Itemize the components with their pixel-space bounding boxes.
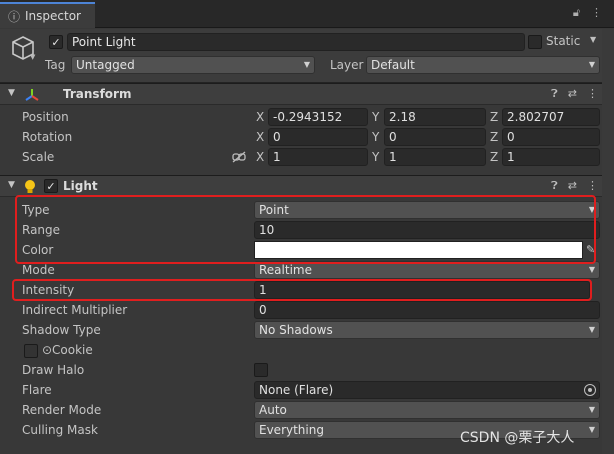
cookie-icon: ⊙ — [42, 343, 53, 357]
indirect-multiplier-field[interactable]: 0 — [254, 301, 600, 319]
layer-dropdown[interactable]: Default ▼ — [366, 56, 600, 74]
render-mode-dropdown[interactable]: Auto ▼ — [254, 401, 600, 419]
flare-field[interactable]: None (Flare) — [254, 381, 600, 399]
position-y-field[interactable]: 2.18 — [384, 108, 486, 126]
component-tools: ❓︎ ⇄ ⋮ — [551, 179, 598, 193]
render-mode-value: Auto — [259, 403, 287, 417]
chevron-down-icon: ▼ — [588, 425, 595, 434]
rotation-x-field[interactable]: 0 — [268, 128, 368, 146]
position-y-axis[interactable]: Y — [372, 110, 379, 124]
active-checkbox[interactable]: ✓ — [49, 35, 63, 49]
info-icon: ⓘ — [8, 9, 21, 24]
transform-title: Transform — [63, 87, 132, 101]
component-tools: ❓︎ ⇄ ⋮ — [551, 87, 598, 101]
static-label: Static — [546, 34, 581, 48]
position-label: Position — [22, 110, 69, 124]
culling-mask-value: Everything — [259, 423, 324, 437]
object-name-field[interactable]: Point Light — [67, 33, 525, 51]
more-menu-icon[interactable]: ⋮ — [587, 179, 598, 193]
scale-y-field[interactable]: 1 — [384, 148, 486, 166]
flare-value: None (Flare) — [259, 383, 334, 397]
object-header: ▼ ✓ Point Light Static ▼ Tag Untagged ▼ … — [0, 29, 614, 83]
position-x-axis[interactable]: X — [256, 110, 264, 124]
static-checkbox[interactable] — [528, 35, 542, 49]
draw-halo-checkbox[interactable] — [254, 363, 268, 377]
scale-x-field[interactable]: 1 — [268, 148, 368, 166]
static-dropdown-icon[interactable]: ▼ — [590, 35, 596, 44]
more-menu-icon[interactable]: ⋮ — [591, 6, 602, 20]
help-icon[interactable]: ❓︎ — [551, 179, 558, 193]
scale-z-field[interactable]: 1 — [502, 148, 600, 166]
indirect-multiplier-label: Indirect Multiplier — [22, 303, 128, 317]
rotation-x-axis[interactable]: X — [256, 130, 264, 144]
watermark: CSDN @栗子大人 — [460, 430, 575, 446]
scrollbar[interactable] — [602, 29, 614, 454]
transform-header[interactable]: ▼ Transform ❓︎ ⇄ ⋮ — [0, 83, 614, 105]
tab-tools: 🔓︎ ⋮ — [573, 6, 602, 20]
light-title: Light — [63, 179, 98, 193]
light-enabled-checkbox[interactable]: ✓ — [44, 179, 58, 193]
position-x-field[interactable]: -0.2943152 — [268, 108, 368, 126]
rotation-label: Rotation — [22, 130, 73, 144]
shadow-type-value: No Shadows — [259, 323, 333, 337]
mode-value: Realtime — [259, 263, 312, 277]
tab-bar: ⓘ Inspector 🔓︎ ⋮ — [0, 0, 614, 28]
position-z-axis[interactable]: Z — [490, 110, 498, 124]
chevron-down-icon: ▼ — [588, 405, 595, 414]
chevron-down-icon: ▼ — [303, 60, 310, 69]
flare-label: Flare — [22, 383, 52, 397]
position-z-field[interactable]: 2.802707 — [502, 108, 600, 126]
light-header[interactable]: ▼ ✓ Light ❓︎ ⇄ ⋮ — [0, 175, 614, 197]
tag-dropdown[interactable]: Untagged ▼ — [71, 56, 315, 74]
chevron-down-icon: ▼ — [588, 60, 595, 69]
presets-icon[interactable]: ⇄ — [568, 179, 577, 193]
rotation-z-axis[interactable]: Z — [490, 130, 498, 144]
constrain-proportions-icon[interactable] — [232, 151, 246, 163]
cookie-foldout[interactable] — [24, 344, 38, 358]
more-menu-icon[interactable]: ⋮ — [587, 87, 598, 101]
scale-z-axis[interactable]: Z — [490, 150, 498, 164]
mode-label: Mode — [22, 263, 55, 277]
object-picker-icon[interactable] — [584, 384, 596, 396]
chevron-down-icon: ▼ — [588, 265, 595, 274]
scale-y-axis[interactable]: Y — [372, 150, 379, 164]
rotation-z-field[interactable]: 0 — [502, 128, 600, 146]
render-mode-label: Render Mode — [22, 403, 102, 417]
highlight-box-intensity — [12, 279, 592, 301]
light-bulb-icon — [25, 180, 35, 193]
scale-label: Scale — [22, 150, 55, 164]
layer-label: Layer — [330, 58, 364, 72]
foldout-arrow-icon[interactable]: ▼ — [8, 88, 15, 98]
draw-halo-label: Draw Halo — [22, 363, 85, 377]
icon-dropdown-arrow[interactable]: ▼ — [30, 53, 35, 61]
shadow-type-dropdown[interactable]: No Shadows ▼ — [254, 321, 600, 339]
tab-inspector[interactable]: ⓘ Inspector — [0, 2, 95, 28]
highlight-box-type-range-color — [15, 195, 596, 264]
culling-mask-label: Culling Mask — [22, 423, 98, 437]
chevron-down-icon: ▼ — [588, 325, 595, 334]
presets-icon[interactable]: ⇄ — [568, 87, 577, 101]
tab-title: Inspector — [25, 9, 81, 23]
layer-value: Default — [371, 58, 415, 72]
scale-x-axis[interactable]: X — [256, 150, 264, 164]
tag-value: Untagged — [76, 58, 135, 72]
lock-icon[interactable]: 🔓︎ — [573, 6, 580, 20]
shadow-type-label: Shadow Type — [22, 323, 101, 337]
rotation-y-field[interactable]: 0 — [384, 128, 486, 146]
transform-icon — [25, 89, 39, 101]
tag-label: Tag — [45, 58, 66, 72]
rotation-y-axis[interactable]: Y — [372, 130, 379, 144]
help-icon[interactable]: ❓︎ — [551, 87, 558, 101]
cookie-label: Cookie — [52, 343, 93, 357]
foldout-arrow-icon[interactable]: ▼ — [8, 180, 15, 190]
